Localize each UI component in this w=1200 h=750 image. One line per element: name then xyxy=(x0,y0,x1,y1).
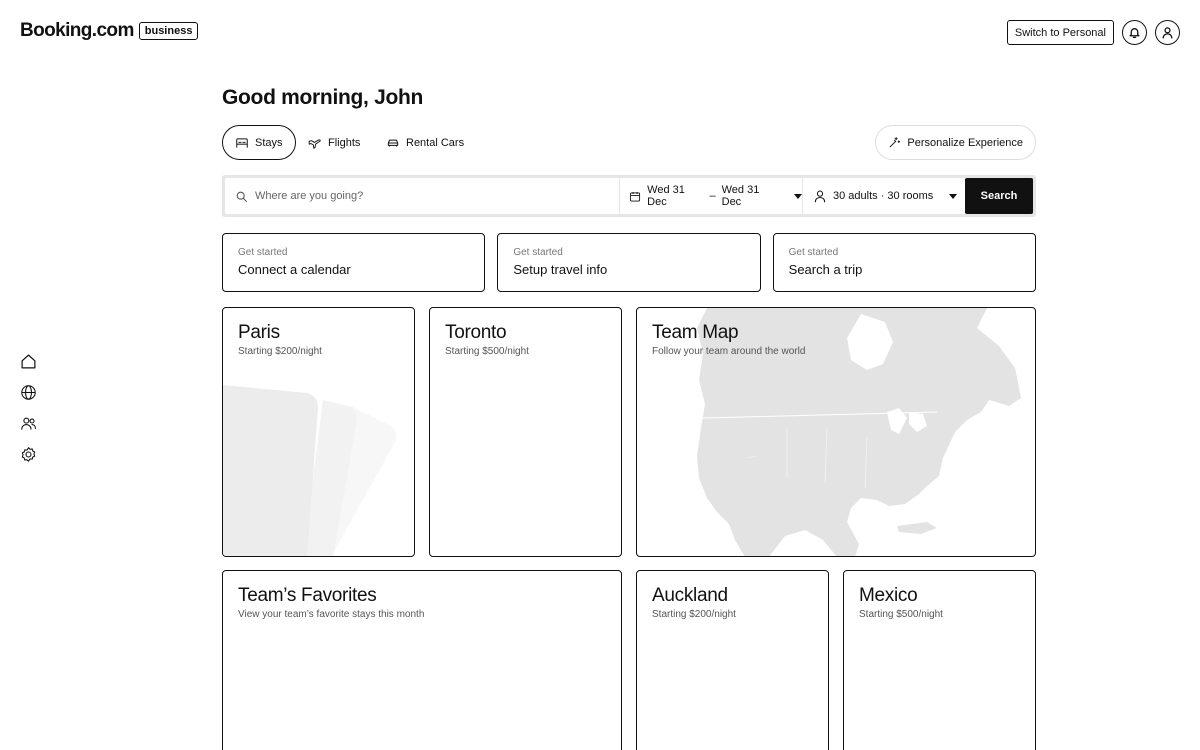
card-subtitle: Starting $500/night xyxy=(445,346,529,357)
nav-home[interactable] xyxy=(20,353,37,370)
car-icon xyxy=(387,139,399,146)
search-icon xyxy=(236,191,247,202)
tab-rental-cars-label: Rental Cars xyxy=(406,136,465,149)
team-icon xyxy=(21,417,36,430)
tab-stays-label: Stays xyxy=(255,136,283,149)
destination-field[interactable] xyxy=(225,178,620,214)
search-fields: Wed 31 Dec – Wed 31 Dec 30 adults · 30 r… xyxy=(225,178,1033,214)
home-icon xyxy=(21,354,36,369)
started-kicker: Get started xyxy=(238,247,288,258)
get-started-row: Get started Connect a calendar Get start… xyxy=(222,233,1036,292)
brand-logo[interactable]: Booking.com business xyxy=(20,20,199,42)
plane-icon xyxy=(308,138,321,149)
sparkle-wand-icon xyxy=(890,137,901,148)
date-picker[interactable]: Wed 31 Dec – Wed 31 Dec xyxy=(620,178,803,214)
personalize-label: Personalize Experience xyxy=(907,136,1023,149)
card-team-favorites[interactable]: Team’s Favorites View your team’s favori… xyxy=(222,570,622,750)
card-title: Paris xyxy=(238,322,280,343)
globe-icon xyxy=(21,385,36,400)
nav-settings[interactable] xyxy=(20,446,37,463)
user-icon xyxy=(1162,27,1173,39)
started-title: Connect a calendar xyxy=(238,262,351,277)
card-title: Toronto xyxy=(445,322,507,343)
card-subtitle: Starting $500/night xyxy=(859,609,943,620)
card-title: Team Map xyxy=(652,322,739,343)
get-started-setup-travel-info[interactable]: Get started Setup travel info xyxy=(497,233,761,292)
search-button[interactable]: Search xyxy=(965,178,1033,214)
card-auckland[interactable]: Auckland Starting $200/night xyxy=(636,570,829,750)
card-toronto[interactable]: Toronto Starting $500/night xyxy=(429,307,622,557)
guests-caret-icon xyxy=(949,193,958,199)
get-started-connect-calendar[interactable]: Get started Connect a calendar xyxy=(222,233,486,292)
tab-flights-label: Flights xyxy=(328,136,361,149)
profile-button[interactable] xyxy=(1155,20,1180,45)
calendar-icon xyxy=(630,191,641,201)
started-kicker: Get started xyxy=(788,247,839,258)
date-end: Wed 31 Dec xyxy=(721,184,760,208)
started-kicker: Get started xyxy=(513,247,563,258)
get-started-search-trip[interactable]: Get started Search a trip xyxy=(772,233,1036,292)
bed-icon xyxy=(236,137,248,148)
card-title: Mexico xyxy=(859,585,918,606)
destination-input[interactable] xyxy=(255,190,595,202)
date-caret-icon xyxy=(793,193,802,199)
settings-icon xyxy=(21,446,36,463)
started-title: Setup travel info xyxy=(513,262,608,277)
nav-team[interactable] xyxy=(20,415,37,432)
notifications-button[interactable] xyxy=(1122,20,1147,45)
greeting-title: Good morning, John xyxy=(222,86,424,109)
tab-rental-cars[interactable]: Rental Cars xyxy=(386,125,464,160)
date-start: Wed 31 Dec xyxy=(647,184,685,208)
card-subtitle: Follow your team around the world xyxy=(652,346,806,357)
personalize-experience-button[interactable]: Personalize Experience xyxy=(875,125,1036,160)
search-bar: Wed 31 Dec – Wed 31 Dec 30 adults · 30 r… xyxy=(222,175,1036,217)
header-actions: Switch to Personal xyxy=(1006,20,1180,45)
card-team-map[interactable]: Team Map Follow your team around the wor… xyxy=(636,307,1036,557)
tab-flights[interactable]: Flights xyxy=(308,125,360,160)
date-separator: – xyxy=(709,190,716,202)
main-content: Good morning, John Stays Flights Rental … xyxy=(222,86,1036,750)
card-mexico[interactable]: Mexico Starting $500/night xyxy=(843,570,1036,750)
person-icon xyxy=(814,190,826,203)
tab-stays[interactable]: Stays xyxy=(222,125,296,160)
card-paris[interactable]: Paris Starting $200/night xyxy=(222,307,415,557)
logo-wordmark: Booking.com xyxy=(20,20,134,41)
card-subtitle: Starting $200/night xyxy=(238,346,322,357)
card-subtitle: View your team’s favorite stays this mon… xyxy=(238,609,425,620)
logo-badge: business xyxy=(138,22,199,40)
card-subtitle: Starting $200/night xyxy=(652,609,736,620)
started-title: Search a trip xyxy=(788,262,863,277)
card-title: Team’s Favorites xyxy=(238,585,377,606)
bell-icon xyxy=(1129,28,1140,39)
card-title: Auckland xyxy=(652,585,728,606)
left-nav-rail xyxy=(20,353,37,463)
guests-summary: 30 adults · 30 rooms xyxy=(833,190,934,202)
guests-picker[interactable]: 30 adults · 30 rooms xyxy=(803,178,962,214)
nav-globe[interactable] xyxy=(20,384,37,401)
switch-to-personal-button[interactable]: Switch to Personal xyxy=(1006,20,1114,45)
product-tabs: Stays Flights Rental Cars Personalize Ex… xyxy=(222,125,1036,160)
